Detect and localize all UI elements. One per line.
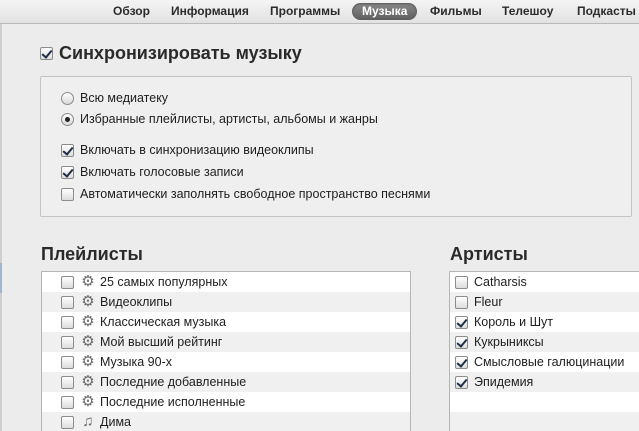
artist-label: Кукрыниксы: [474, 335, 544, 349]
playlist-label: 25 самых популярных: [100, 275, 228, 289]
tab-overview[interactable]: Обзор: [113, 3, 150, 20]
tab-info[interactable]: Информация: [171, 3, 249, 20]
sync-options-box: Всю медиатеку Избранные плейлисты, артис…: [40, 76, 632, 217]
option-autofill[interactable]: Автоматически заполнять свободное простр…: [61, 187, 430, 201]
playlist-row[interactable]: ⚙ Мой высший рейтинг: [42, 332, 410, 352]
artist-row[interactable]: Catharsis: [450, 272, 639, 292]
artist-row-empty: [450, 412, 639, 431]
sync-music-row[interactable]: Синхронизировать музыку: [40, 43, 302, 64]
artist-row[interactable]: Эпидемия: [450, 372, 639, 392]
entire-library-radio[interactable]: [61, 91, 74, 105]
playlist-checkbox[interactable]: [61, 335, 74, 349]
playlist-checkbox[interactable]: [61, 315, 74, 329]
playlist-label: Музыка 90-х: [100, 355, 173, 369]
artist-row[interactable]: Fleur: [450, 292, 639, 312]
playlist-icon: ♫: [82, 413, 94, 430]
artist-label: Эпидемия: [474, 375, 534, 389]
selected-items-label: Избранные плейлисты, артисты, альбомы и …: [80, 112, 378, 126]
option-include-videos[interactable]: Включать в синхронизацию видеоклипы: [61, 143, 314, 157]
artist-row[interactable]: Смысловые галюцинации: [450, 352, 639, 372]
artist-row-empty: [450, 392, 639, 412]
sync-music-label: Синхронизировать музыку: [59, 43, 302, 63]
artist-checkbox[interactable]: [455, 275, 468, 289]
gear-icon: ⚙: [81, 273, 95, 290]
playlist-checkbox[interactable]: [61, 355, 74, 369]
artist-row[interactable]: Кукрыниксы: [450, 332, 639, 352]
autofill-checkbox[interactable]: [61, 187, 74, 201]
gear-icon: ⚙: [81, 373, 95, 390]
option-entire-library[interactable]: Всю медиатеку: [61, 91, 168, 105]
gear-icon: ⚙: [81, 353, 95, 370]
tab-apps[interactable]: Программы: [270, 3, 340, 20]
playlist-row[interactable]: ⚙ Последние добавленные: [42, 372, 410, 392]
artists-list[interactable]: Catharsis Fleur Король и Шут Кукрыниксы …: [449, 271, 639, 431]
playlist-row[interactable]: ⚙ Видеоклипы: [42, 292, 410, 312]
left-edge: [0, 24, 2, 431]
gear-icon: ⚙: [81, 333, 95, 350]
artist-checkbox[interactable]: [455, 355, 468, 369]
playlist-label: Видеоклипы: [100, 295, 173, 309]
autofill-label: Автоматически заполнять свободное простр…: [80, 187, 431, 201]
playlist-row[interactable]: ⚙ Классическая музыка: [42, 312, 410, 332]
option-selected-items[interactable]: Избранные плейлисты, артисты, альбомы и …: [61, 112, 378, 126]
entire-library-label: Всю медиатеку: [80, 91, 169, 105]
artist-row[interactable]: Король и Шут: [450, 312, 639, 332]
playlist-row[interactable]: ⚙ Музыка 90-х: [42, 352, 410, 372]
selected-items-radio[interactable]: [61, 112, 74, 126]
playlist-label: Последние исполненные: [100, 395, 246, 409]
playlist-row[interactable]: ♫ Дима: [42, 412, 410, 431]
include-voice-label: Включать голосовые записи: [80, 165, 244, 179]
playlist-checkbox[interactable]: [61, 375, 74, 389]
playlists-title: Плейлисты: [41, 244, 143, 264]
include-videos-label: Включать в синхронизацию видеоклипы: [80, 143, 314, 157]
artist-label: Catharsis: [474, 275, 527, 289]
tab-tvshows[interactable]: Телешоу: [502, 3, 553, 20]
playlist-checkbox[interactable]: [61, 395, 74, 409]
include-voice-checkbox[interactable]: [61, 165, 74, 179]
include-videos-checkbox[interactable]: [61, 143, 74, 157]
playlist-checkbox[interactable]: [61, 295, 74, 309]
playlist-row[interactable]: ⚙ 25 самых популярных: [42, 272, 410, 292]
artist-label: Смысловые галюцинации: [474, 355, 625, 369]
artists-title: Артисты: [450, 244, 528, 264]
gear-icon: ⚙: [81, 393, 95, 410]
tab-bar: Обзор Информация Программы Музыка Фильмы…: [0, 0, 639, 24]
sync-music-checkbox[interactable]: [40, 47, 53, 60]
edge-marker: [0, 263, 2, 293]
option-include-voice[interactable]: Включать голосовые записи: [61, 165, 244, 179]
artist-checkbox[interactable]: [455, 375, 468, 389]
artist-label: Fleur: [474, 295, 503, 309]
playlist-label: Классическая музыка: [100, 315, 227, 329]
playlist-checkbox[interactable]: [61, 415, 74, 429]
playlist-label: Мой высший рейтинг: [100, 335, 223, 349]
artist-checkbox[interactable]: [455, 335, 468, 349]
gear-icon: ⚙: [81, 293, 95, 310]
tab-music[interactable]: Музыка: [352, 3, 418, 20]
playlist-row[interactable]: ⚙ Последние исполненные: [42, 392, 410, 412]
artist-label: Король и Шут: [474, 315, 554, 329]
gear-icon: ⚙: [81, 313, 95, 330]
playlist-checkbox[interactable]: [61, 275, 74, 289]
playlist-label: Дима: [100, 415, 131, 429]
playlists-list[interactable]: ⚙ 25 самых популярных ⚙ Видеоклипы ⚙ Кла…: [41, 271, 411, 431]
playlist-label: Последние добавленные: [100, 375, 247, 389]
tab-movies[interactable]: Фильмы: [430, 3, 482, 20]
tab-podcasts[interactable]: Подкасты: [577, 3, 636, 20]
artist-checkbox[interactable]: [455, 295, 468, 309]
artist-checkbox[interactable]: [455, 315, 468, 329]
